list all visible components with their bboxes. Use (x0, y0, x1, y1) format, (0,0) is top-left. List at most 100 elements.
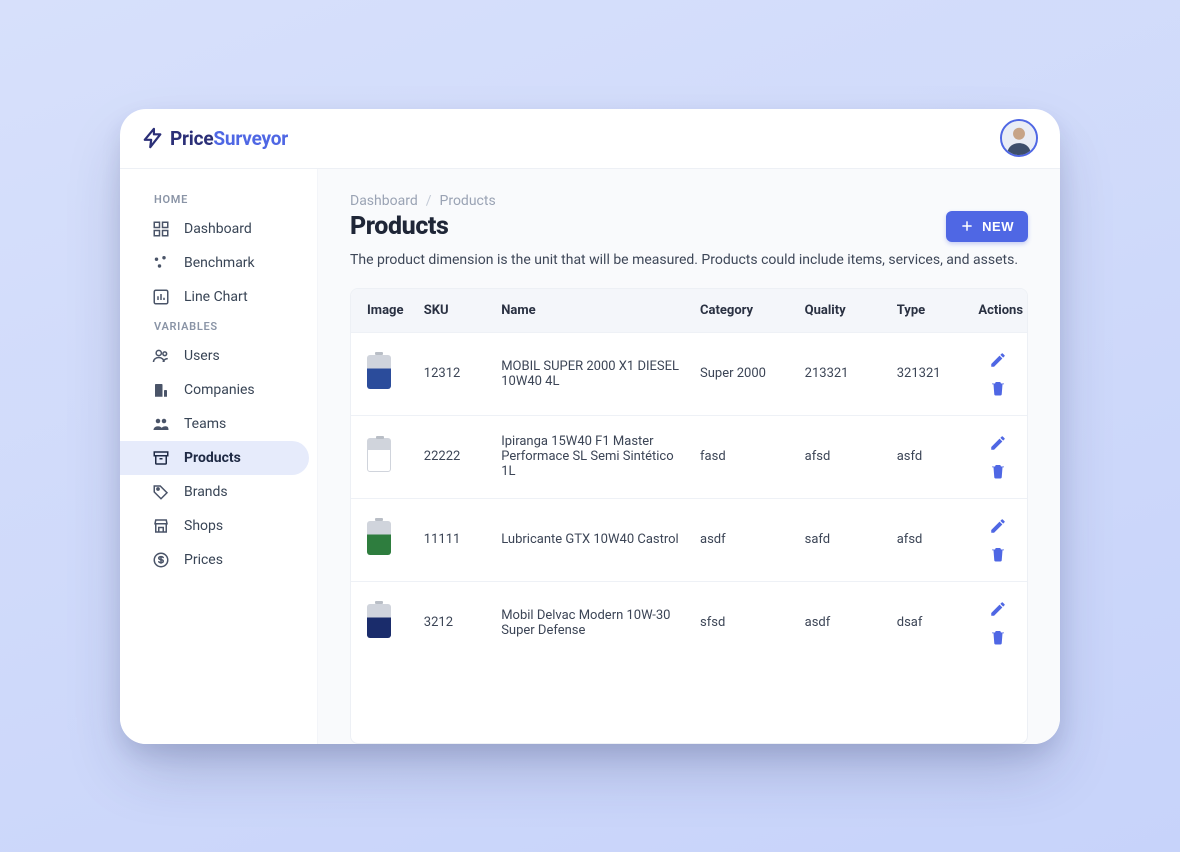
chart-icon (152, 288, 170, 306)
avatar[interactable] (1000, 119, 1038, 157)
sidebar-item-label: Shops (184, 518, 223, 534)
dollar-icon (152, 551, 170, 569)
pencil-icon (989, 351, 1007, 369)
page-title: Products (350, 212, 449, 241)
breadcrumb-root[interactable]: Dashboard (350, 193, 418, 209)
edit-button[interactable] (989, 517, 1007, 535)
sidebar-item-label: Users (184, 348, 220, 364)
cell-sku: 12312 (414, 332, 491, 415)
cell-quality: asdf (795, 581, 887, 664)
new-button-label: NEW (982, 219, 1014, 234)
trash-icon (989, 628, 1007, 646)
th-name: Name (491, 289, 690, 332)
delete-button[interactable] (989, 462, 1007, 480)
table-row: 11111Lubricante GTX 10W40 Castrolasdfsaf… (351, 498, 1027, 581)
sidebar-item-teams[interactable]: Teams (120, 407, 317, 441)
sidebar-item-shops[interactable]: Shops (120, 509, 317, 543)
table-body: 12312MOBIL SUPER 2000 X1 DIESEL 10W40 4L… (351, 332, 1027, 664)
edit-button[interactable] (989, 434, 1007, 452)
th-quality: Quality (795, 289, 887, 332)
th-image: Image (351, 289, 414, 332)
sidebar-item-users[interactable]: Users (120, 339, 317, 373)
sidebar-item-label: Line Chart (184, 289, 248, 305)
table-header-row: Image SKU Name Category Quality Type Act… (351, 289, 1027, 332)
brand-logo-icon (142, 127, 164, 149)
team-icon (152, 415, 170, 433)
app-window: PriceSurveyor HOME Dashboard Benchmark Line… (120, 109, 1060, 744)
cell-name: Mobil Delvac Modern 10W-30 Super Defense (491, 581, 690, 664)
breadcrumb-current: Products (440, 193, 496, 209)
page-description: The product dimension is the unit that w… (350, 252, 1028, 268)
cell-quality: safd (795, 498, 887, 581)
cell-type: dsaf (887, 581, 969, 664)
cell-category: sfsd (690, 581, 795, 664)
cell-category: Super 2000 (690, 332, 795, 415)
product-thumb (367, 355, 391, 389)
breadcrumb-separator: / (426, 193, 432, 209)
sidebar-item-label: Prices (184, 552, 223, 568)
product-thumb (367, 521, 391, 555)
sidebar-item-products[interactable]: Products (120, 441, 309, 475)
new-button[interactable]: NEW (946, 211, 1028, 242)
products-table: Image SKU Name Category Quality Type Act… (350, 288, 1028, 744)
cell-category: fasd (690, 415, 795, 498)
sidebar-item-dashboard[interactable]: Dashboard (120, 212, 317, 246)
plus-icon (960, 219, 974, 233)
cell-name: Lubricante GTX 10W40 Castrol (491, 498, 690, 581)
cell-category: asdf (690, 498, 795, 581)
th-type: Type (887, 289, 969, 332)
cell-name: MOBIL SUPER 2000 X1 DIESEL 10W40 4L (491, 332, 690, 415)
sidebar-item-line-chart[interactable]: Line Chart (120, 280, 317, 314)
sidebar-item-label: Dashboard (184, 221, 252, 237)
th-actions: Actions (968, 289, 1027, 332)
th-sku: SKU (414, 289, 491, 332)
brand-name: PriceSurveyor (170, 127, 288, 150)
cell-type: 321321 (887, 332, 969, 415)
delete-button[interactable] (989, 628, 1007, 646)
sidebar-item-label: Teams (184, 416, 226, 432)
sidebar-heading: HOME (120, 187, 317, 212)
pencil-icon (989, 600, 1007, 618)
product-thumb (367, 604, 391, 638)
building-icon (152, 381, 170, 399)
th-category: Category (690, 289, 795, 332)
sidebar-item-benchmark[interactable]: Benchmark (120, 246, 317, 280)
topbar: PriceSurveyor (120, 109, 1060, 169)
trash-icon (989, 462, 1007, 480)
cell-sku: 3212 (414, 581, 491, 664)
pencil-icon (989, 517, 1007, 535)
table-row: 12312MOBIL SUPER 2000 X1 DIESEL 10W40 4L… (351, 332, 1027, 415)
scatter-icon (152, 254, 170, 272)
cell-type: asfd (887, 415, 969, 498)
cell-type: afsd (887, 498, 969, 581)
sidebar-item-label: Companies (184, 382, 255, 398)
sidebar-heading: VARIABLES (120, 314, 317, 339)
archive-icon (152, 449, 170, 467)
table-row: 22222Ipiranga 15W40 F1 Master Performace… (351, 415, 1027, 498)
table-row: 3212Mobil Delvac Modern 10W-30 Super Def… (351, 581, 1027, 664)
delete-button[interactable] (989, 379, 1007, 397)
sidebar-item-brands[interactable]: Brands (120, 475, 317, 509)
trash-icon (989, 545, 1007, 563)
edit-button[interactable] (989, 600, 1007, 618)
cell-sku: 22222 (414, 415, 491, 498)
sidebar-item-companies[interactable]: Companies (120, 373, 317, 407)
pencil-icon (989, 434, 1007, 452)
product-thumb (367, 438, 391, 472)
edit-button[interactable] (989, 351, 1007, 369)
delete-button[interactable] (989, 545, 1007, 563)
sidebar-item-label: Brands (184, 484, 228, 500)
trash-icon (989, 379, 1007, 397)
cell-quality: 213321 (795, 332, 887, 415)
cell-quality: afsd (795, 415, 887, 498)
breadcrumb: Dashboard / Products (350, 193, 1028, 209)
cell-sku: 11111 (414, 498, 491, 581)
users-icon (152, 347, 170, 365)
sidebar-item-prices[interactable]: Prices (120, 543, 317, 577)
main-content: Dashboard / Products Products NEW The pr… (318, 169, 1060, 744)
sidebar: HOME Dashboard Benchmark Line Chart VARIABLE… (120, 169, 318, 744)
brand[interactable]: PriceSurveyor (142, 127, 288, 150)
sidebar-item-label: Products (184, 450, 241, 466)
sidebar-item-label: Benchmark (184, 255, 255, 271)
cell-name: Ipiranga 15W40 F1 Master Performace SL S… (491, 415, 690, 498)
